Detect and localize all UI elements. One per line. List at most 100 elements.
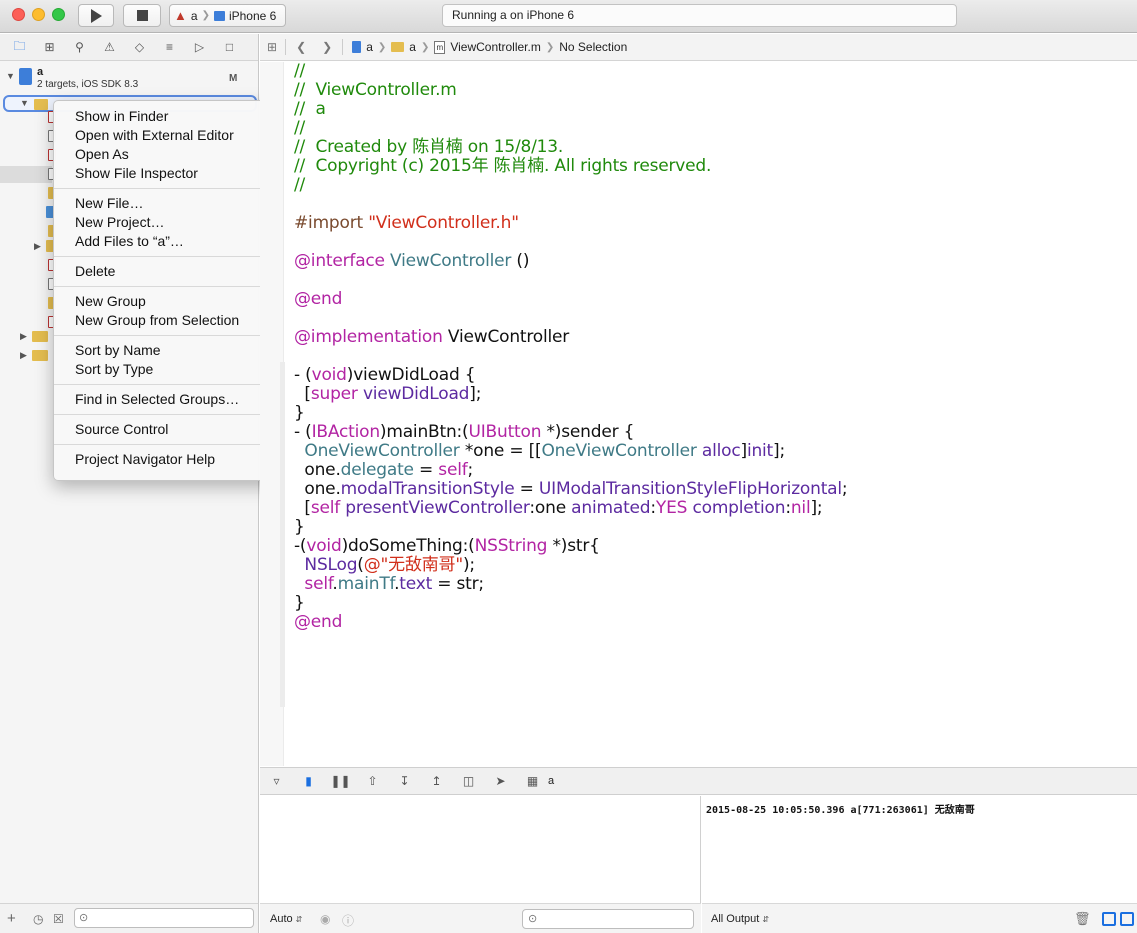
project-file-icon <box>19 68 32 85</box>
show-variables-toggle[interactable] <box>1102 912 1116 926</box>
report-navigator-icon[interactable]: □ <box>220 38 239 57</box>
step-over-icon[interactable]: ⇧ <box>364 773 381 790</box>
stop-icon <box>136 10 148 21</box>
minimize-window-button[interactable] <box>32 8 45 21</box>
navigator-selector-bar: 🗀 ⊞ ⚲ ⚠ ◇ ≡ ▷ □ <box>0 34 258 61</box>
step-out-icon[interactable]: ↥ <box>428 773 445 790</box>
disclosure-closed-icon[interactable]: ▶ <box>20 331 27 342</box>
add-icon[interactable]: + <box>7 910 16 927</box>
test-navigator-icon[interactable]: ◇ <box>130 38 149 57</box>
filter-icon: ⊙ <box>79 912 89 924</box>
process-icon: ▦ <box>526 774 539 788</box>
menu-separator <box>54 256 281 257</box>
back-arrow-icon[interactable]: ❮ <box>296 40 306 54</box>
source-file-icon: m <box>434 40 446 54</box>
console-output: 2015-08-25 10:05:50.396 a[771:263061] 无敌… <box>706 805 975 816</box>
show-console-toggle[interactable] <box>1120 912 1134 926</box>
popup-label: Auto <box>270 913 293 925</box>
project-row[interactable]: ▼ a 2 targets, iOS SDK 8.3 M <box>0 64 258 92</box>
device-icon <box>213 10 225 21</box>
related-items-icon[interactable]: ⊞ <box>267 40 277 54</box>
menu-new-file[interactable]: New File… <box>54 194 281 213</box>
menu-sort-by-type[interactable]: Sort by Type <box>54 360 281 379</box>
variables-scope-popup[interactable]: Auto ⇵ <box>270 913 302 925</box>
forward-arrow-icon[interactable]: ❯ <box>322 40 332 54</box>
project-file-icon <box>352 41 362 53</box>
disclosure-closed-icon[interactable]: ▶ <box>20 350 27 361</box>
hide-debug-area-icon[interactable]: ▿ <box>268 773 285 790</box>
info-icon[interactable]: ⓘ <box>342 912 354 929</box>
step-into-icon[interactable]: ↧ <box>396 773 413 790</box>
console-output-popup[interactable]: All Output ⇵ <box>711 913 769 925</box>
menu-label: Open As <box>75 146 129 162</box>
menu-separator <box>54 335 281 336</box>
navigator-filter-field[interactable]: ⊙ <box>74 908 254 928</box>
symbol-navigator-icon[interactable]: ⊞ <box>40 38 59 57</box>
chevron-right-icon: ❯ <box>545 41 555 53</box>
breadcrumb-group[interactable]: a <box>409 40 416 54</box>
menu-delete[interactable]: Delete <box>54 262 281 281</box>
chevron-right-icon: ❯ <box>201 10 210 21</box>
divider <box>285 39 287 55</box>
zoom-window-button[interactable] <box>52 8 65 21</box>
stop-button[interactable] <box>123 4 161 27</box>
view-hierarchy-icon[interactable]: ◫ <box>460 773 477 790</box>
menu-open-external-editor[interactable]: Open with External Editor <box>54 126 281 145</box>
simulate-location-icon[interactable]: ➤ <box>492 773 509 790</box>
scheme-selector[interactable]: ▲ a ❯ iPhone 6 <box>169 4 286 27</box>
menu-find-in-groups[interactable]: Find in Selected Groups… <box>54 390 281 409</box>
menu-show-in-finder[interactable]: Show in Finder <box>54 107 281 126</box>
menu-new-group[interactable]: New Group <box>54 292 281 311</box>
code-text[interactable]: //// ViewController.m// a//// Created by… <box>294 62 848 632</box>
eye-icon[interactable]: ◉ <box>320 912 330 926</box>
pause-icon[interactable]: ❚❚ <box>330 773 350 790</box>
group-folder-icon <box>32 331 48 342</box>
debug-navigator-icon[interactable]: ≡ <box>160 38 179 57</box>
menu-new-group-from-selection[interactable]: New Group from Selection <box>54 311 281 330</box>
menu-new-project[interactable]: New Project… <box>54 213 281 232</box>
breadcrumb-file[interactable]: ViewController.m <box>450 40 540 54</box>
chevron-right-icon: ❯ <box>377 41 387 53</box>
menu-open-as[interactable]: Open As▶ <box>54 145 281 164</box>
run-button[interactable] <box>78 4 114 27</box>
filter-icon: ⊙ <box>528 913 538 925</box>
trash-icon[interactable]: 🗑 <box>1074 911 1091 927</box>
recent-files-icon[interactable]: ◷ <box>33 912 43 926</box>
xcode-app-icon: ▲ <box>174 8 187 23</box>
disclosure-open-icon[interactable]: ▼ <box>6 71 15 81</box>
source-control-filter-icon[interactable]: ☒ <box>53 912 64 926</box>
breadcrumb-project[interactable]: a <box>366 40 373 54</box>
divider <box>342 39 344 55</box>
console-view[interactable]: 2015-08-25 10:05:50.396 a[771:263061] 无敌… <box>702 796 1137 933</box>
menu-separator <box>54 444 281 445</box>
menu-separator <box>54 286 281 287</box>
folder-icon <box>391 42 405 52</box>
menu-separator <box>54 414 281 415</box>
code-folding-ribbon[interactable] <box>280 362 285 707</box>
source-editor[interactable]: //// ViewController.m// a//// Created by… <box>260 62 1137 766</box>
group-folder-icon <box>34 99 48 110</box>
menu-source-control[interactable]: Source Control▶ <box>54 420 281 439</box>
play-icon <box>91 8 102 23</box>
menu-separator <box>54 188 281 189</box>
disclosure-closed-icon[interactable]: ▶ <box>34 241 41 252</box>
breakpoints-toggle-icon[interactable]: ▮ <box>300 773 317 790</box>
jump-bar: ⊞ ❮ ❯ a ❯ a ❯ m ViewController.m ❯ No Se… <box>260 34 1137 61</box>
menu-project-navigator-help[interactable]: Project Navigator Help▶ <box>54 450 281 469</box>
disclosure-open-icon[interactable]: ▼ <box>20 98 29 108</box>
menu-show-file-inspector[interactable]: Show File Inspector <box>54 164 281 183</box>
search-icon[interactable]: ⚲ <box>70 38 89 57</box>
console-filter-bar: All Output ⇵ 🗑 <box>702 903 1137 933</box>
close-window-button[interactable] <box>12 8 25 21</box>
menu-separator <box>54 384 281 385</box>
popup-label: All Output <box>711 913 760 925</box>
breadcrumb-selection[interactable]: No Selection <box>559 40 627 54</box>
breakpoint-navigator-icon[interactable]: ▷ <box>190 38 209 57</box>
menu-label: Source Control <box>75 421 169 437</box>
variables-filter-field[interactable]: ⊙ <box>522 909 694 929</box>
menu-add-files[interactable]: Add Files to “a”… <box>54 232 281 251</box>
variables-view[interactable]: Auto ⇵ ◉ ⓘ ⊙ <box>260 796 701 933</box>
menu-sort-by-name[interactable]: Sort by Name <box>54 341 281 360</box>
warning-icon[interactable]: ⚠ <box>100 38 119 57</box>
folder-icon[interactable]: 🗀 <box>10 38 29 57</box>
